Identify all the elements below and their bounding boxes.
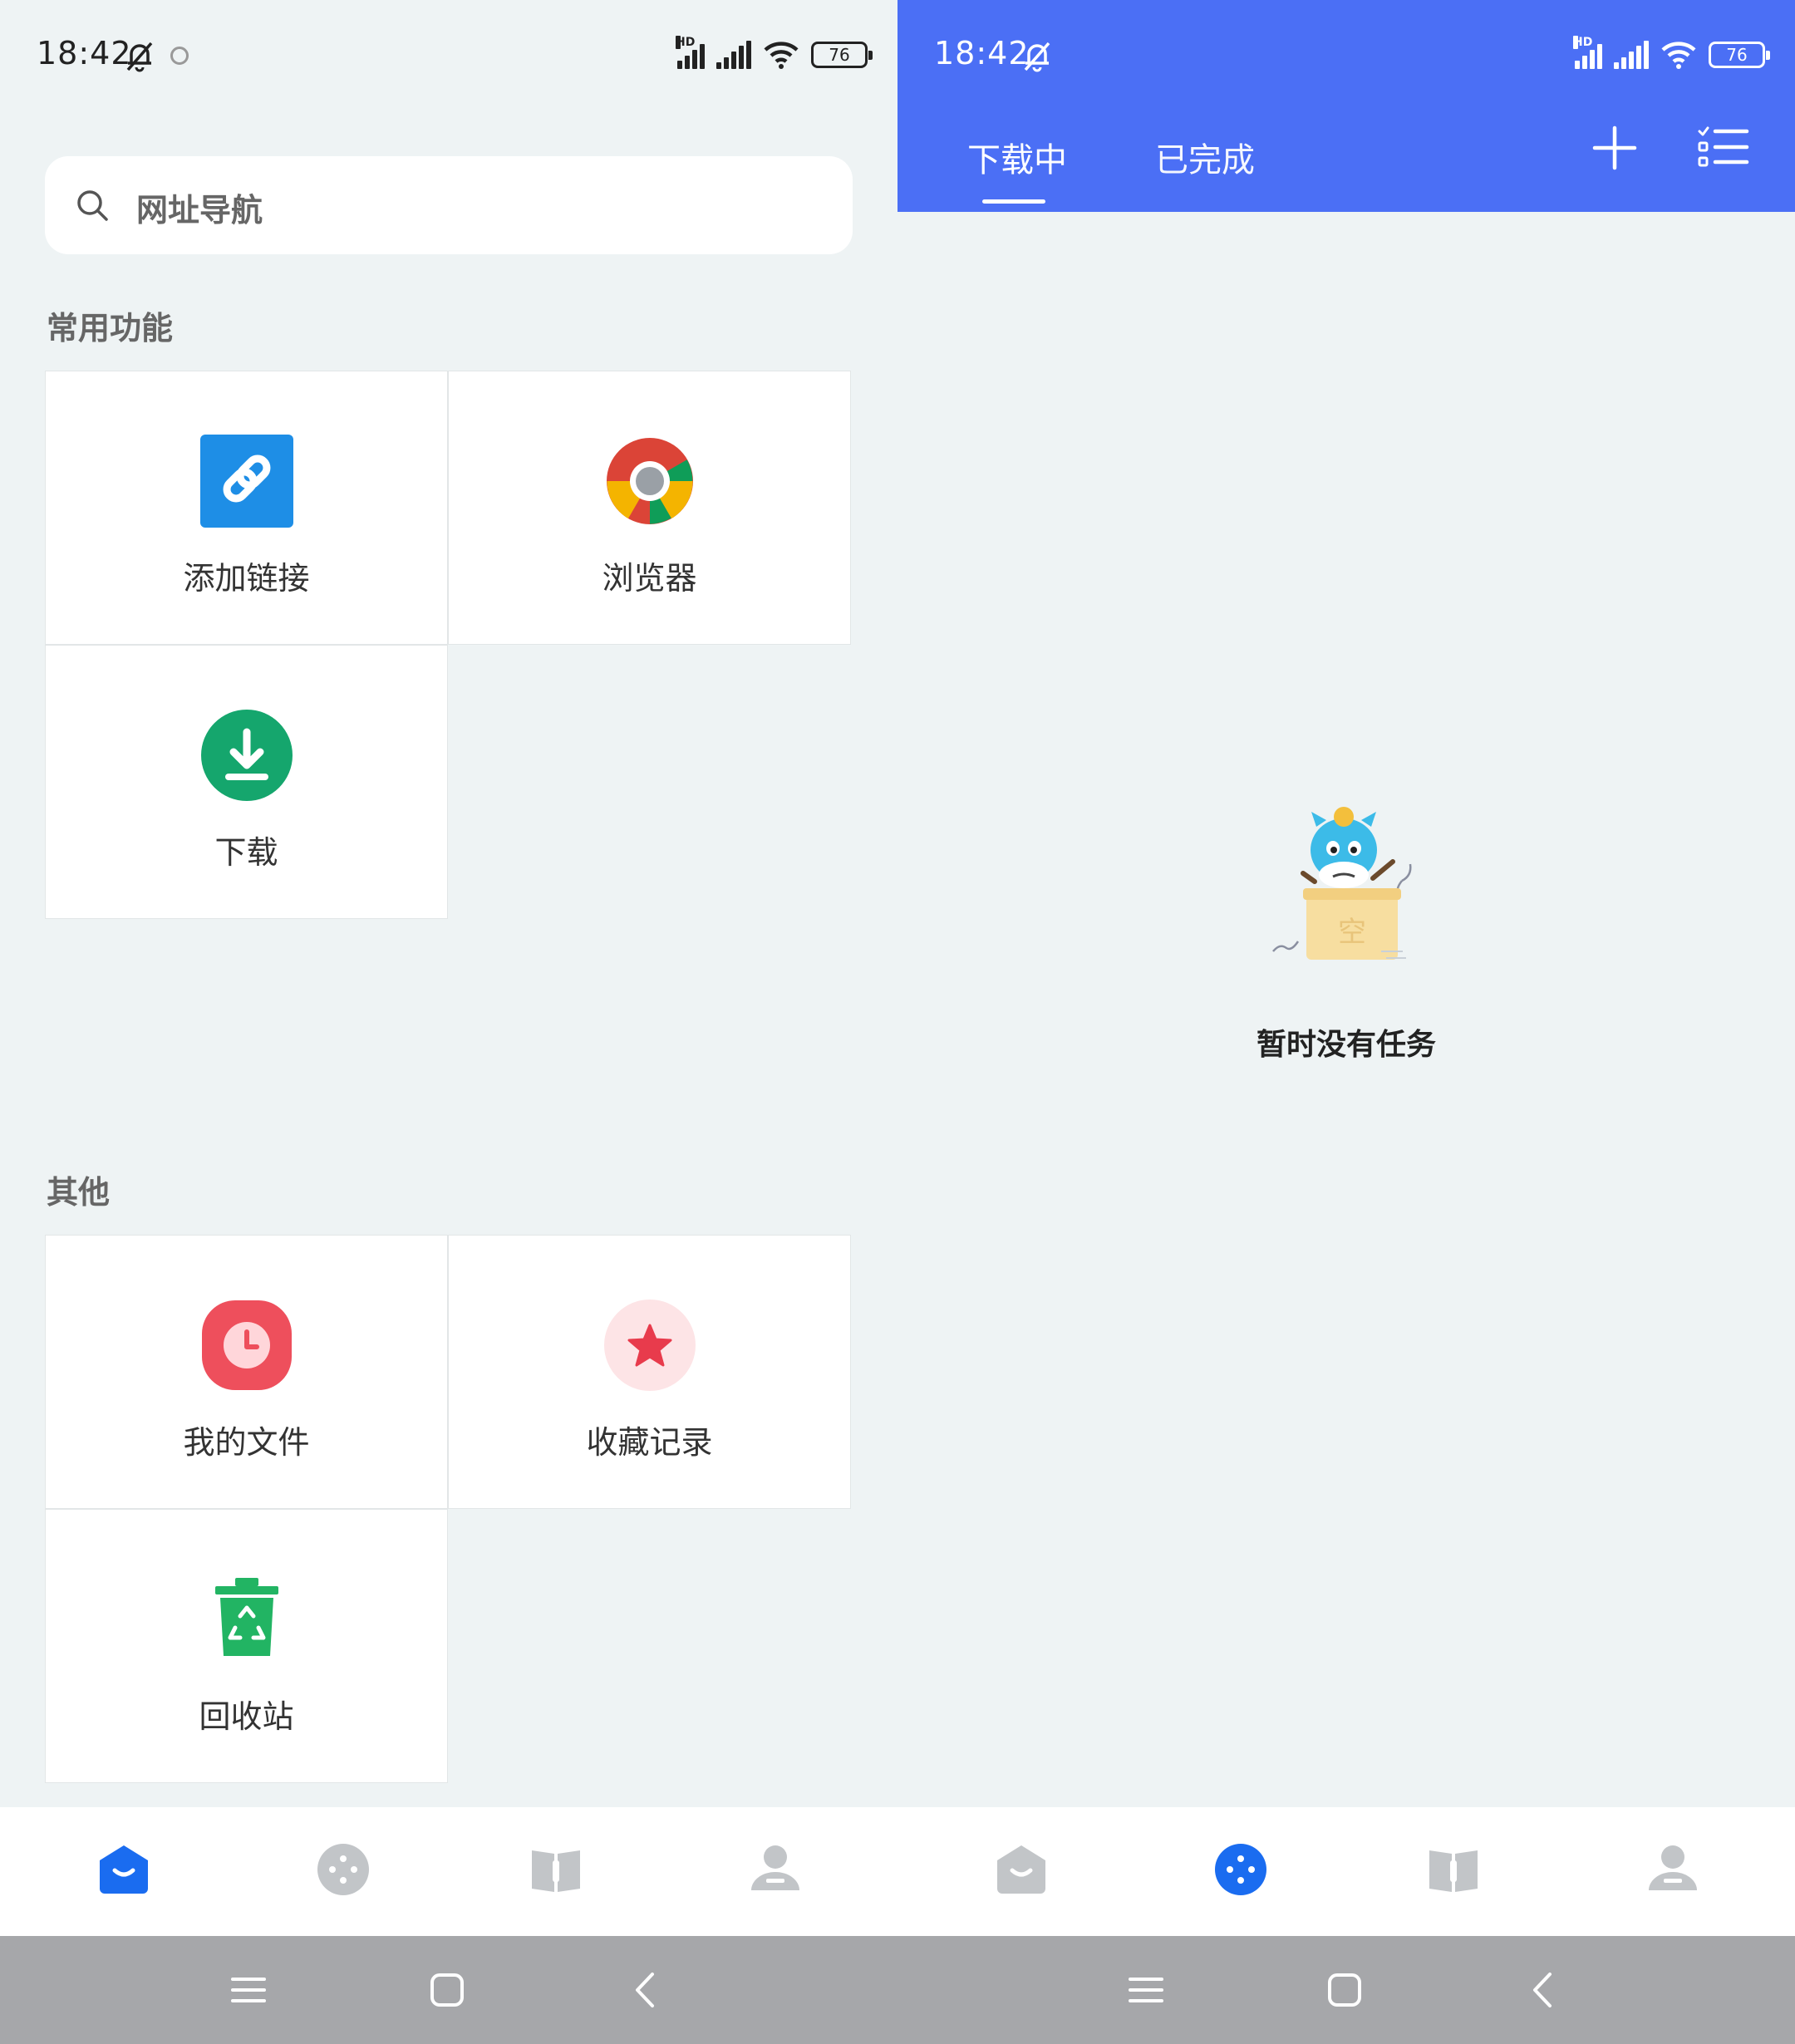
nav-profile-icon[interactable] (1644, 1840, 1702, 1899)
download-label: 下载 (214, 834, 278, 871)
nav-book-icon[interactable] (527, 1840, 585, 1899)
favorites-button[interactable]: 收藏记录 (448, 1235, 851, 1509)
add-task-icon[interactable] (1591, 125, 1638, 171)
active-tab-indicator (982, 199, 1045, 204)
recycle-bin-icon (214, 1578, 278, 1656)
star-icon (603, 1300, 696, 1391)
home-button-icon[interactable] (426, 1969, 468, 2011)
favorites-label: 收藏记录 (586, 1424, 713, 1461)
browser-icon (606, 438, 693, 524)
add-link-label: 添加链接 (183, 560, 310, 597)
my-files-label: 我的文件 (183, 1424, 310, 1461)
bottom-nav (0, 1807, 898, 1936)
browser-label: 浏览器 (602, 560, 697, 597)
home-button-icon[interactable] (1324, 1969, 1365, 2011)
nav-home-icon[interactable] (95, 1840, 153, 1899)
nav-profile-icon[interactable] (746, 1840, 804, 1899)
download-header: 18:42 HD 76 下载中 已完成 (898, 0, 1795, 212)
hd-signal-icon: HD (676, 36, 705, 69)
silent-bell-icon (1024, 42, 1050, 72)
wifi-icon (1661, 42, 1696, 69)
back-icon[interactable] (626, 1969, 667, 2011)
download-icon (200, 710, 293, 801)
bottom-nav (898, 1807, 1795, 1936)
search-icon (77, 190, 108, 221)
signal-icon (716, 41, 751, 69)
status-time: 18:42 (37, 35, 132, 71)
status-indicators: HD 76 (1573, 36, 1770, 71)
menu-icon[interactable] (1125, 1969, 1167, 2011)
nav-discover-icon[interactable] (314, 1840, 372, 1899)
empty-box-illustration: 空 (1272, 807, 1412, 960)
nav-discover-icon[interactable] (1212, 1840, 1270, 1899)
hd-signal-icon: HD (1573, 36, 1602, 69)
right-screen: 18:42 HD 76 下载中 已完成 空 暂时没有任务 (898, 0, 1795, 2044)
system-navigation (898, 1936, 1795, 2044)
browser-button[interactable]: 浏览器 (448, 371, 851, 645)
search-bar[interactable]: 网址导航 (45, 156, 853, 254)
status-bar: 18:42 HD 76 (0, 0, 898, 112)
download-button[interactable]: 下载 (45, 645, 448, 919)
add-link-button[interactable]: 添加链接 (45, 371, 448, 645)
illustration-text: 空 (1338, 916, 1366, 949)
status-time: 18:42 (934, 35, 1030, 71)
section-title-common: 常用功能 (47, 310, 174, 346)
system-navigation (0, 1936, 898, 2044)
wifi-icon (764, 42, 799, 69)
empty-state-text: 暂时没有任务 (1256, 1028, 1436, 1062)
recycle-bin-label: 回收站 (199, 1698, 294, 1735)
battery-icon: 76 (811, 42, 873, 68)
search-placeholder: 网址导航 (136, 192, 263, 228)
clock-icon (201, 1300, 292, 1390)
notification-icon (170, 47, 189, 65)
left-screen: 18:42 HD 76 网址导航 常用功能 添加链接 浏览器 下载 其他 我的文… (0, 0, 898, 2044)
silent-bell-icon (126, 42, 153, 72)
batch-select-icon[interactable] (1697, 125, 1750, 171)
link-icon (199, 435, 293, 528)
signal-icon (1614, 41, 1649, 69)
my-files-button[interactable]: 我的文件 (45, 1235, 448, 1509)
nav-home-icon[interactable] (992, 1840, 1050, 1899)
battery-icon: 76 (1709, 42, 1770, 68)
recycle-bin-button[interactable]: 回收站 (45, 1509, 448, 1783)
nav-book-icon[interactable] (1424, 1840, 1483, 1899)
status-bar: 18:42 HD 76 (898, 0, 1795, 112)
tab-downloading[interactable]: 下载中 (967, 133, 1067, 181)
status-indicators: HD 76 (676, 36, 873, 71)
back-icon[interactable] (1523, 1969, 1565, 2011)
section-title-other: 其他 (47, 1174, 111, 1211)
tab-completed[interactable]: 已完成 (1155, 133, 1255, 181)
menu-icon[interactable] (228, 1969, 269, 2011)
